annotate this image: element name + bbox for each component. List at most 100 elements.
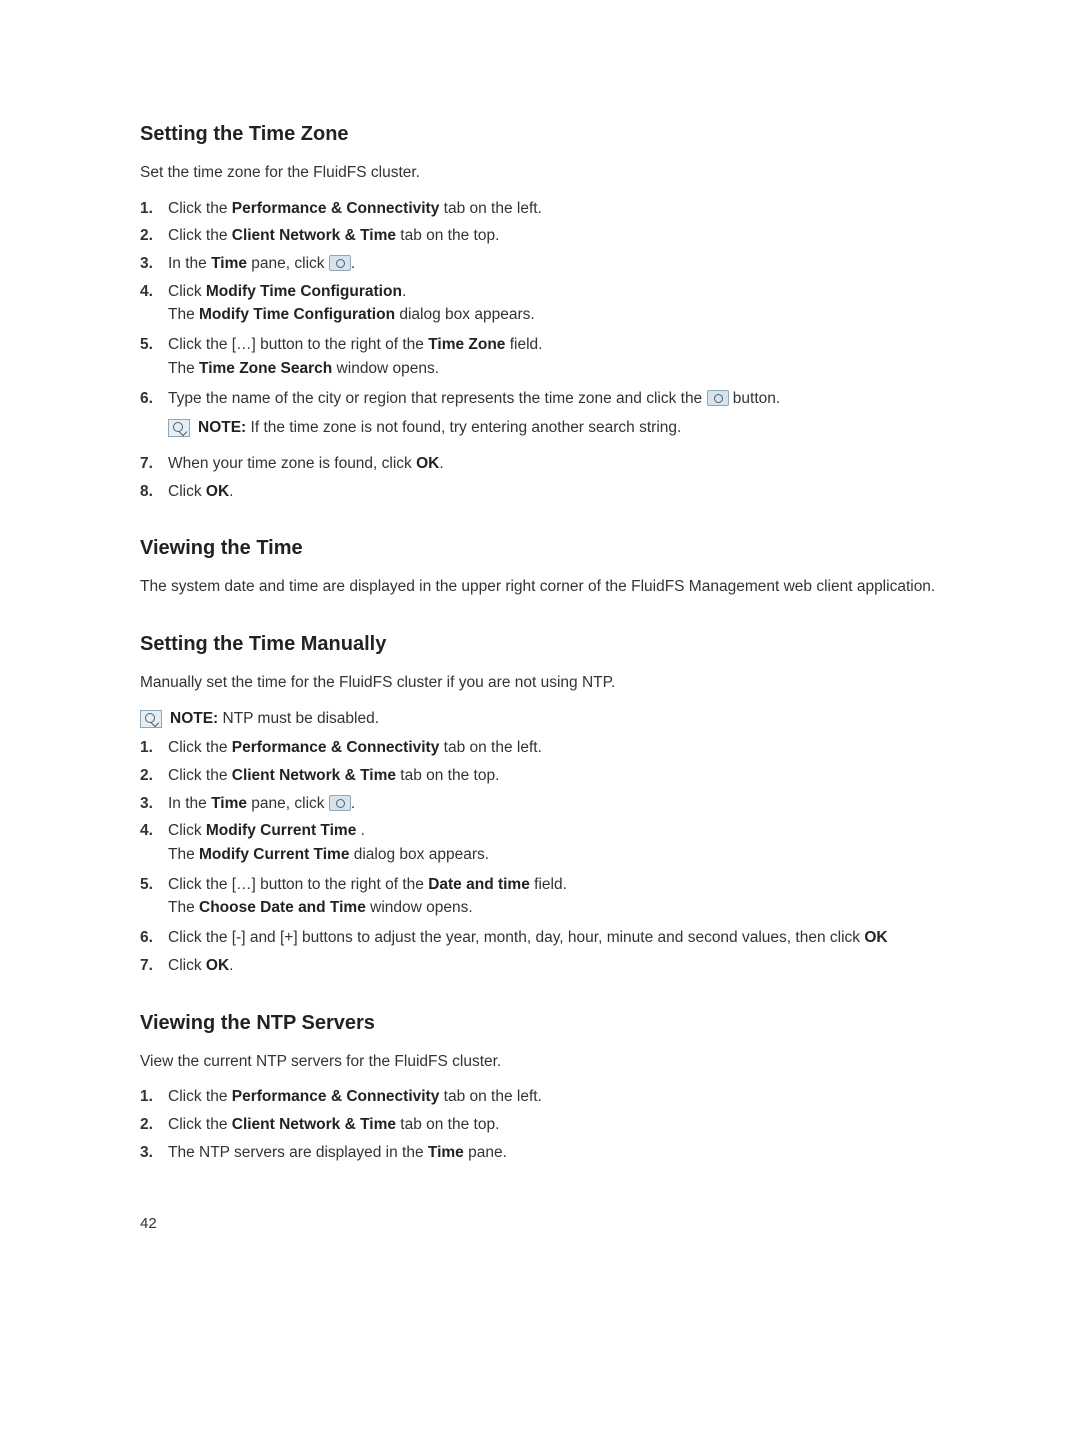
note-box: NOTE: If the time zone is not found, try…: [168, 417, 940, 439]
text: button.: [729, 390, 781, 407]
steps-list: 1. Click the Performance & Connectivity …: [140, 198, 940, 503]
text: pane.: [464, 1144, 507, 1161]
text: dialog box appears.: [395, 306, 535, 323]
text: dialog box appears.: [349, 846, 489, 863]
text: tab on the left.: [439, 1088, 542, 1105]
text: The: [168, 306, 199, 323]
intro-text: View the current NTP servers for the Flu…: [140, 1051, 940, 1073]
text: tab on the top.: [396, 227, 499, 244]
text: Click: [168, 283, 206, 300]
text: .: [356, 822, 365, 839]
note-text: If the time zone is not found, try enter…: [246, 419, 681, 436]
text: pane, click: [247, 795, 329, 812]
step-number: 3.: [140, 793, 168, 815]
text: field.: [530, 876, 567, 893]
text: Click: [168, 822, 206, 839]
note-box: NOTE: NTP must be disabled.: [140, 708, 940, 730]
bold-text: Choose Date and Time: [199, 899, 366, 916]
step-number: 3.: [140, 1142, 168, 1164]
list-item: 2. Click the Client Network & Time tab o…: [140, 225, 940, 247]
text: Click the […] button to the right of the: [168, 336, 428, 353]
text: Click the: [168, 200, 232, 217]
step-number: 2.: [140, 1114, 168, 1136]
step-number: 1.: [140, 198, 168, 220]
text: Click the: [168, 1116, 232, 1133]
intro-text: Manually set the time for the FluidFS cl…: [140, 672, 940, 694]
bold-text: Time Zone: [428, 336, 505, 353]
list-item: 6. Type the name of the city or region t…: [140, 388, 940, 447]
step-number: 1.: [140, 1086, 168, 1108]
list-item: 3. In the Time pane, click .: [140, 793, 940, 815]
list-item: 2. Click the Client Network & Time tab o…: [140, 765, 940, 787]
list-item: 2. Click the Client Network & Time tab o…: [140, 1114, 940, 1136]
heading-viewing-ntp-servers: Viewing the NTP Servers: [140, 1009, 940, 1037]
list-item: 7. Click OK.: [140, 955, 940, 977]
settings-icon: [329, 255, 351, 271]
list-item: 8. Click OK.: [140, 481, 940, 503]
step-number: 2.: [140, 765, 168, 787]
text: The: [168, 846, 199, 863]
step-number: 8.: [140, 481, 168, 503]
list-item: 6. Click the [-] and [+] buttons to adju…: [140, 927, 940, 949]
magnifier-icon: [140, 710, 162, 728]
text: In the: [168, 795, 211, 812]
step-number: 1.: [140, 737, 168, 759]
step-number: 5.: [140, 874, 168, 921]
heading-setting-time-manually: Setting the Time Manually: [140, 630, 940, 658]
step-number: 7.: [140, 453, 168, 475]
bold-text: Modify Current Time: [206, 822, 356, 839]
note-label: NOTE:: [198, 419, 246, 436]
text: field.: [505, 336, 542, 353]
text: tab on the left.: [439, 200, 542, 217]
text: tab on the top.: [396, 1116, 499, 1133]
steps-list: 1. Click the Performance & Connectivity …: [140, 1086, 940, 1163]
intro-text: Set the time zone for the FluidFS cluste…: [140, 162, 940, 184]
step-number: 4.: [140, 281, 168, 328]
bold-text: Client Network & Time: [232, 227, 396, 244]
list-item: 5. Click the […] button to the right of …: [140, 334, 940, 381]
text: Click: [168, 483, 206, 500]
text: window opens.: [332, 360, 439, 377]
text: When your time zone is found, click: [168, 455, 416, 472]
bold-text: Date and time: [428, 876, 530, 893]
text: .: [229, 957, 233, 974]
page-number: 42: [140, 1213, 940, 1234]
bold-text: Modify Time Configuration: [199, 306, 395, 323]
bold-text: Performance & Connectivity: [232, 739, 440, 756]
list-item: 4. Click Modify Time Configuration. The …: [140, 281, 940, 328]
text: .: [439, 455, 443, 472]
text: Click: [168, 957, 206, 974]
list-item: 1. Click the Performance & Connectivity …: [140, 737, 940, 759]
text: window opens.: [366, 899, 473, 916]
step-number: 5.: [140, 334, 168, 381]
settings-icon: [329, 795, 351, 811]
step-number: 4.: [140, 820, 168, 867]
bold-text: Client Network & Time: [232, 1116, 396, 1133]
bold-text: Client Network & Time: [232, 767, 396, 784]
bold-text: OK: [206, 957, 229, 974]
bold-text: Time: [428, 1144, 464, 1161]
settings-icon: [707, 390, 729, 406]
list-item: 1. Click the Performance & Connectivity …: [140, 198, 940, 220]
heading-setting-time-zone: Setting the Time Zone: [140, 120, 940, 148]
note-label: NOTE:: [170, 710, 218, 727]
text: Type the name of the city or region that…: [168, 390, 702, 407]
text: pane, click: [247, 255, 329, 272]
text: In the: [168, 255, 211, 272]
bold-text: Modify Time Configuration: [206, 283, 402, 300]
note-text: NTP must be disabled.: [218, 710, 379, 727]
text: Click the […] button to the right of the: [168, 876, 428, 893]
text: tab on the left.: [439, 739, 542, 756]
text: Click the: [168, 767, 232, 784]
text: tab on the top.: [396, 767, 499, 784]
magnifier-icon: [168, 419, 190, 437]
text: Click the: [168, 227, 232, 244]
step-number: 6.: [140, 927, 168, 949]
text: .: [351, 795, 355, 812]
bold-text: Time Zone Search: [199, 360, 332, 377]
text: .: [402, 283, 406, 300]
step-number: 7.: [140, 955, 168, 977]
intro-text: The system date and time are displayed i…: [140, 576, 940, 598]
list-item: 5. Click the […] button to the right of …: [140, 874, 940, 921]
bold-text: Performance & Connectivity: [232, 200, 440, 217]
